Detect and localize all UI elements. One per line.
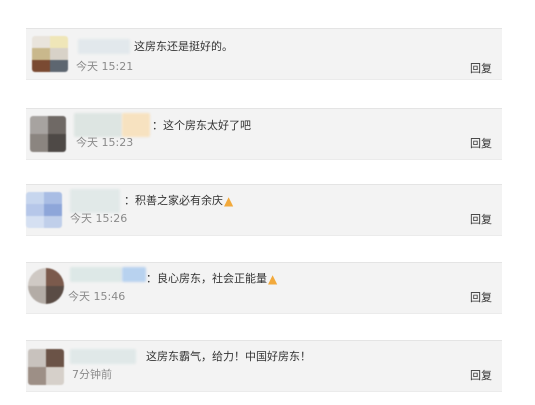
comment-text: ：积善之家必有余庆▲ bbox=[124, 194, 234, 208]
comment-time: 今天 15:23 bbox=[76, 136, 134, 149]
comment-item: 这房东霸气，给力！中国好房东！ 7分钟前 回复 bbox=[26, 340, 502, 392]
username-redacted[interactable] bbox=[70, 189, 120, 213]
avatar[interactable] bbox=[28, 349, 64, 385]
comment-time: 今天 15:26 bbox=[70, 212, 128, 225]
comment-item: 这房东还是挺好的。 今天 15:21 回复 bbox=[26, 28, 502, 80]
comment-item: ：良心房东，社会正能量▲ 今天 15:46 回复 bbox=[26, 262, 502, 314]
comment-item: ：积善之家必有余庆▲ 今天 15:26 回复 bbox=[26, 184, 502, 236]
avatar[interactable] bbox=[28, 268, 64, 304]
reply-button[interactable]: 回复 bbox=[470, 62, 492, 76]
thumbs-up-icon: ▲ bbox=[268, 272, 278, 286]
comment-text: 这房东还是挺好的。 bbox=[134, 40, 233, 53]
comment-time: 今天 15:46 bbox=[68, 290, 126, 303]
reply-button[interactable]: 回复 bbox=[470, 369, 492, 383]
reply-button[interactable]: 回复 bbox=[470, 213, 492, 227]
avatar[interactable] bbox=[30, 116, 66, 152]
username-redacted[interactable] bbox=[78, 39, 130, 54]
reply-button[interactable]: 回复 bbox=[470, 291, 492, 305]
comment-time: 今天 15:21 bbox=[76, 60, 134, 73]
avatar[interactable] bbox=[26, 192, 62, 228]
comment-text: ：良心房东，社会正能量▲ bbox=[146, 272, 278, 286]
username-redacted[interactable] bbox=[122, 113, 150, 137]
comment-item: ：这个房东太好了吧 今天 15:23 回复 bbox=[26, 108, 502, 160]
username-redacted[interactable] bbox=[70, 267, 122, 282]
thumbs-up-icon: ▲ bbox=[224, 194, 234, 208]
username-redacted[interactable] bbox=[70, 349, 136, 364]
reply-button[interactable]: 回复 bbox=[470, 137, 492, 151]
comment-text: 这房东霸气，给力！中国好房东！ bbox=[146, 350, 311, 363]
username-redacted[interactable] bbox=[122, 267, 146, 282]
comment-time: 7分钟前 bbox=[72, 368, 112, 381]
username-redacted[interactable] bbox=[74, 113, 122, 137]
avatar[interactable] bbox=[32, 36, 68, 72]
comment-text: ：这个房东太好了吧 bbox=[152, 119, 251, 132]
